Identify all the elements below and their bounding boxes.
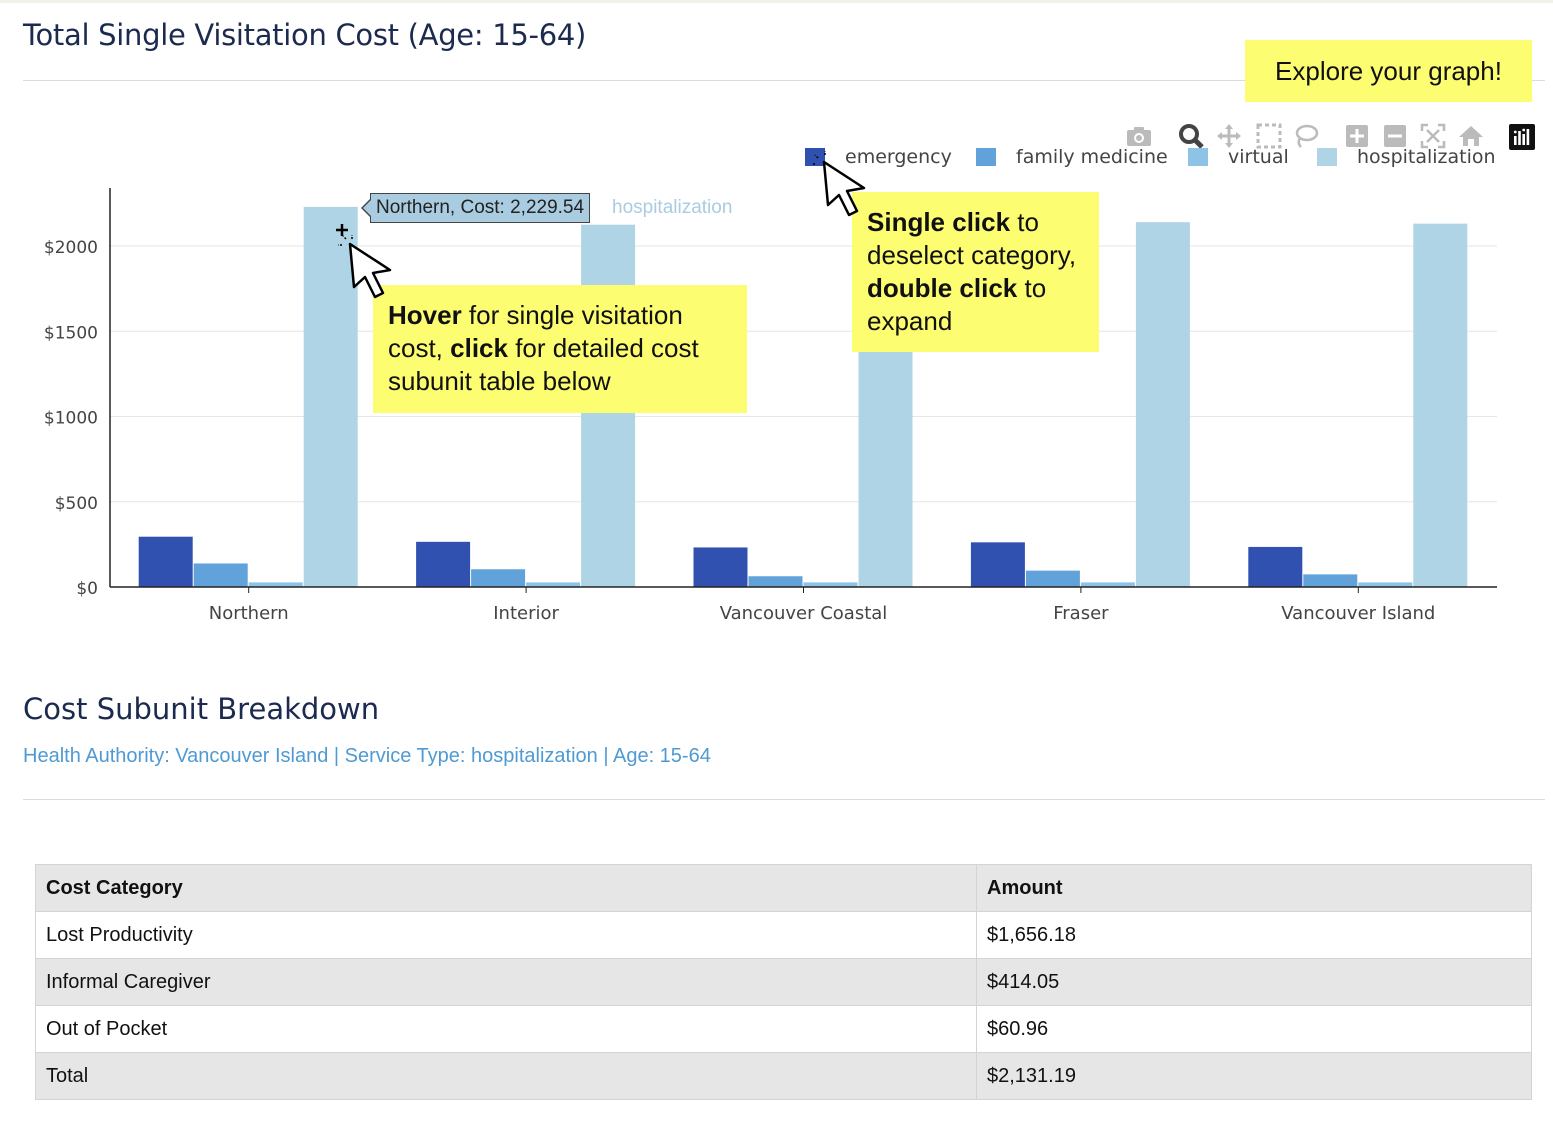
tooltip-arrow-fill xyxy=(363,199,372,217)
legend-swatch-virtual xyxy=(1188,148,1208,166)
y-tick-label: $1000 xyxy=(44,409,98,429)
legend-label: virtual xyxy=(1228,146,1289,168)
bar xyxy=(748,576,803,587)
table-header-row: Cost Category Amount xyxy=(35,864,1532,912)
legend-label: hospitalization xyxy=(1357,146,1496,168)
bar xyxy=(1025,570,1080,587)
amount-cell: $1,656.18 xyxy=(976,911,1532,959)
cost-subunit-table: Cost Category Amount Lost Productivity $… xyxy=(35,864,1532,1100)
cost-category-cell: Total xyxy=(35,1052,977,1100)
table-row: Out of Pocket $60.96 xyxy=(35,1005,1532,1053)
bar xyxy=(1413,223,1468,587)
legend-swatch-family-medicine xyxy=(976,148,996,166)
y-tick-label: $0 xyxy=(76,579,98,599)
legend-item-virtual[interactable]: virtual xyxy=(1188,145,1289,169)
callout-bold-double-click: double click xyxy=(867,273,1018,303)
amount-cell: $414.05 xyxy=(976,958,1532,1006)
explore-note: Explore your graph! xyxy=(1245,40,1532,102)
legend-item-family-medicine[interactable]: family medicine xyxy=(976,145,1168,169)
top-border xyxy=(0,0,1553,3)
breakdown-title: Cost Subunit Breakdown xyxy=(23,692,380,726)
x-tick-label: Interior xyxy=(493,603,559,624)
legend-swatch-hospitalization xyxy=(1317,148,1337,166)
bar xyxy=(138,536,193,587)
y-tick-label: $1500 xyxy=(44,323,98,343)
bar xyxy=(193,563,248,587)
bar xyxy=(1248,546,1303,587)
breakdown-divider xyxy=(23,799,1545,800)
x-tick-label: Vancouver Coastal xyxy=(720,603,888,624)
column-header-amount: Amount xyxy=(976,864,1532,912)
bar xyxy=(416,541,471,587)
bar xyxy=(1135,222,1190,587)
tooltip-series-label: hospitalization xyxy=(612,197,733,218)
column-header-category: Cost Category xyxy=(35,864,977,912)
cost-category-cell: Informal Caregiver xyxy=(35,958,977,1006)
x-tick-label: Vancouver Island xyxy=(1281,603,1435,624)
y-tick-label: $2000 xyxy=(44,238,98,258)
cost-category-cell: Lost Productivity xyxy=(35,911,977,959)
bar xyxy=(1303,574,1358,587)
amount-cell: $2,131.19 xyxy=(976,1052,1532,1100)
lasso-select-icon[interactable] xyxy=(1292,122,1320,150)
bar xyxy=(970,542,1025,587)
bar xyxy=(471,569,526,587)
bar xyxy=(693,547,748,587)
cost-category-cell: Out of Pocket xyxy=(35,1005,977,1053)
legend-cursor-icon xyxy=(812,151,866,217)
table-row: Informal Caregiver $414.05 xyxy=(35,958,1532,1006)
amount-cell: $60.96 xyxy=(976,1005,1532,1053)
callout-bold-single-click: Single click xyxy=(867,207,1011,237)
table-row: Lost Productivity $1,656.18 xyxy=(35,911,1532,959)
x-tick-label: Northern xyxy=(209,603,289,624)
callout-bold-hover: Hover xyxy=(388,300,462,330)
legend-label: family medicine xyxy=(1016,146,1168,168)
hover-instructions-callout: Hover for single visitation cost, click … xyxy=(373,285,747,413)
table-row: Total $2,131.19 xyxy=(35,1052,1532,1100)
bar-chart: $0 $500 $1000 $1500 $2000 Northern Interior Van… xyxy=(44,188,1497,624)
hover-tooltip: Northern, Cost: 2,229.54 xyxy=(370,193,591,223)
y-tick-label: $500 xyxy=(55,494,98,514)
legend-instructions-callout: Single click to deselect category, doubl… xyxy=(852,192,1099,352)
plotly-logo-icon[interactable] xyxy=(1509,124,1535,150)
callout-bold-click: click xyxy=(450,333,508,363)
breakdown-filter: Health Authority: Vancouver Island | Ser… xyxy=(23,745,711,767)
legend-item-hospitalization[interactable]: hospitalization xyxy=(1317,145,1496,169)
click-cursor-icon xyxy=(336,224,392,299)
x-tick-label: Fraser xyxy=(1053,603,1109,624)
page-title: Total Single Visitation Cost (Age: 15-64… xyxy=(23,18,587,52)
